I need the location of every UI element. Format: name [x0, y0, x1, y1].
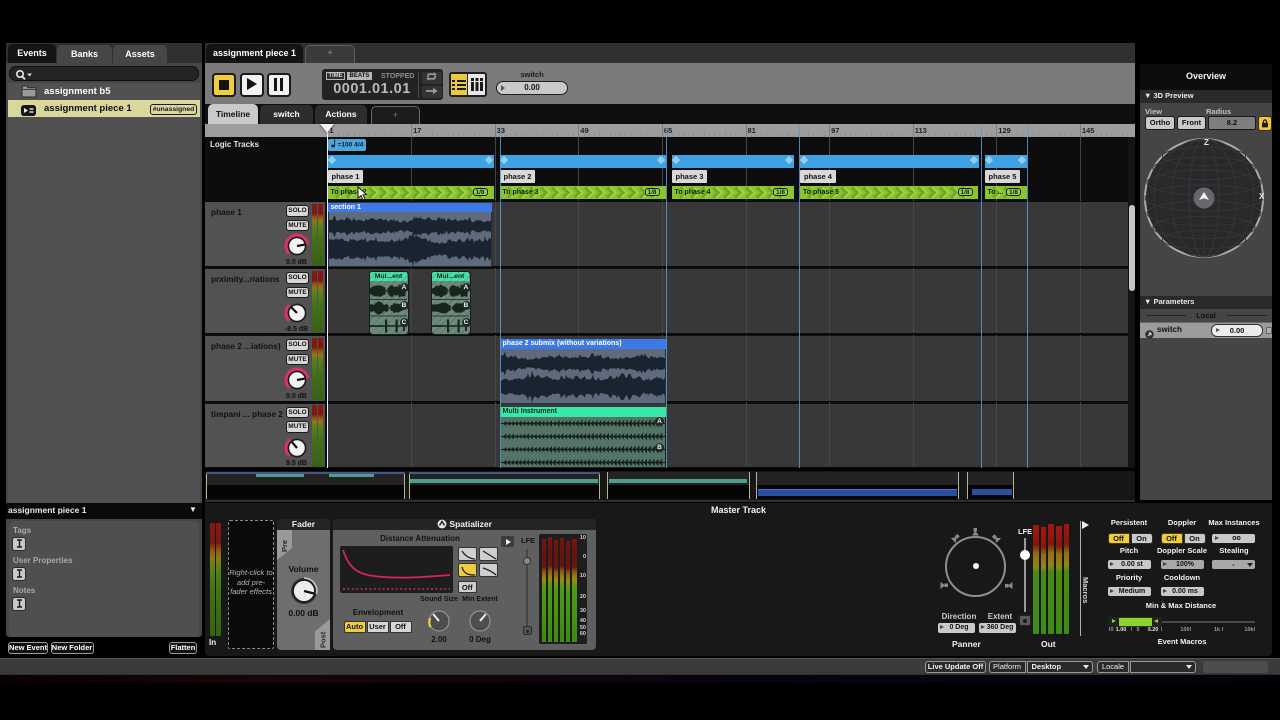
svg-text:Post: Post — [319, 631, 328, 648]
svg-text:Pre: Pre — [280, 540, 289, 552]
